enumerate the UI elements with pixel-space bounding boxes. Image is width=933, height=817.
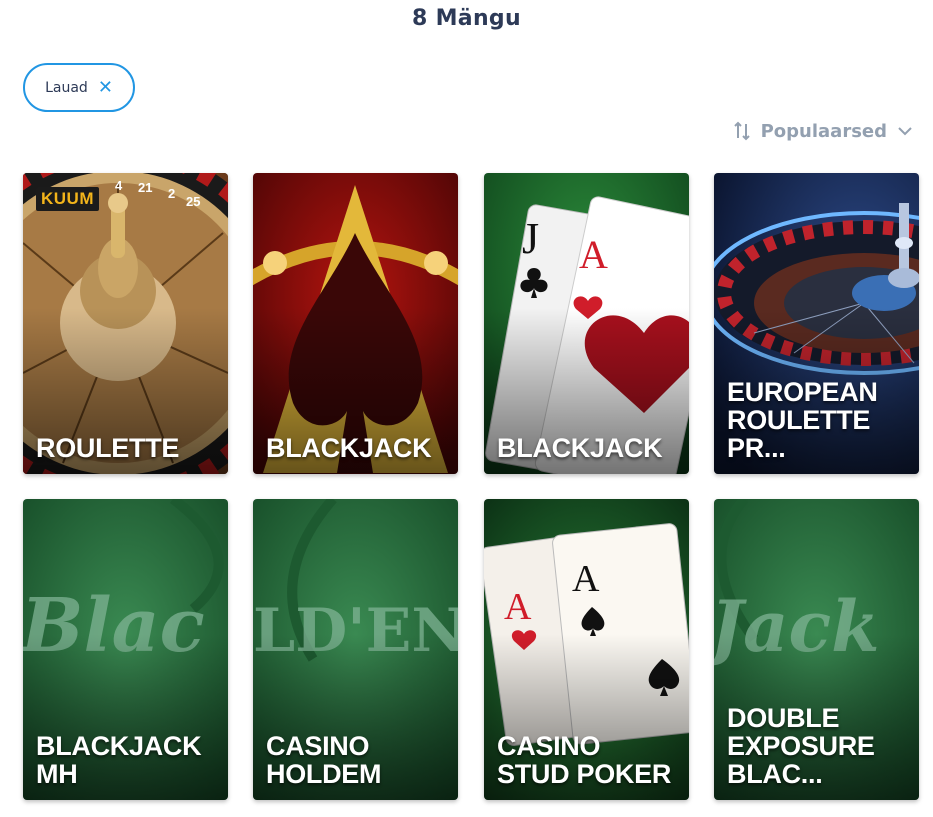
card-rank-a: A xyxy=(579,232,608,277)
game-card-casino-stud-poker[interactable]: A A CASINO STUD POKER xyxy=(484,499,689,800)
game-card-double-exposure-blackjack[interactable]: Jack DOUBLE EXPOSURE BLAC... xyxy=(714,499,919,800)
wheel-number: 2 xyxy=(168,186,175,201)
sort-arrows-icon xyxy=(733,120,751,142)
wheel-number: 25 xyxy=(186,194,200,209)
game-card-roulette[interactable]: 4 21 2 25 KUUM ROULETTE xyxy=(23,173,228,474)
card-rank-a-2: A xyxy=(572,558,600,600)
game-title: CASINO HOLDEM xyxy=(266,731,382,789)
game-title: DOUBLE EXPOSURE BLAC... xyxy=(727,703,875,789)
games-grid: 4 21 2 25 KUUM ROULETTE BLACKJACK J A BL… xyxy=(23,173,919,802)
wheel-number: 4 xyxy=(115,178,123,193)
hot-badge: KUUM xyxy=(36,187,99,211)
sort-label: Populaarsed xyxy=(760,120,887,142)
game-card-blackjack-2[interactable]: J A BLACKJACK xyxy=(484,173,689,474)
game-title: ROULETTE xyxy=(36,433,180,463)
chevron-down-icon xyxy=(897,126,913,136)
game-card-casino-holdem[interactable]: LD'EN CASINO HOLDEM xyxy=(253,499,458,800)
filter-chip-lauad[interactable]: Lauad ✕ xyxy=(23,63,135,112)
game-title: CASINO STUD POKER xyxy=(497,731,672,789)
game-title: BLACKJACK xyxy=(266,433,432,463)
page-title: 8 Mängu xyxy=(412,6,521,31)
filter-chip-label: Lauad xyxy=(45,79,88,96)
game-title: BLACKJACK xyxy=(497,433,663,463)
card-rank-a: A xyxy=(504,586,532,628)
game-card-european-roulette-pro[interactable]: EUROPEAN ROULETTE PR... xyxy=(714,173,919,474)
card-rank-j: J xyxy=(522,214,539,263)
close-icon[interactable]: ✕ xyxy=(98,78,113,97)
game-title: EUROPEAN ROULETTE PR... xyxy=(727,377,878,463)
game-card-blackjack[interactable]: BLACKJACK xyxy=(253,173,458,474)
sort-dropdown[interactable]: Populaarsed xyxy=(733,120,913,142)
game-title: BLACKJACK MH xyxy=(36,731,202,789)
wheel-number: 21 xyxy=(138,180,152,195)
game-card-blackjack-mh[interactable]: Blac BLACKJACK MH xyxy=(23,499,228,800)
